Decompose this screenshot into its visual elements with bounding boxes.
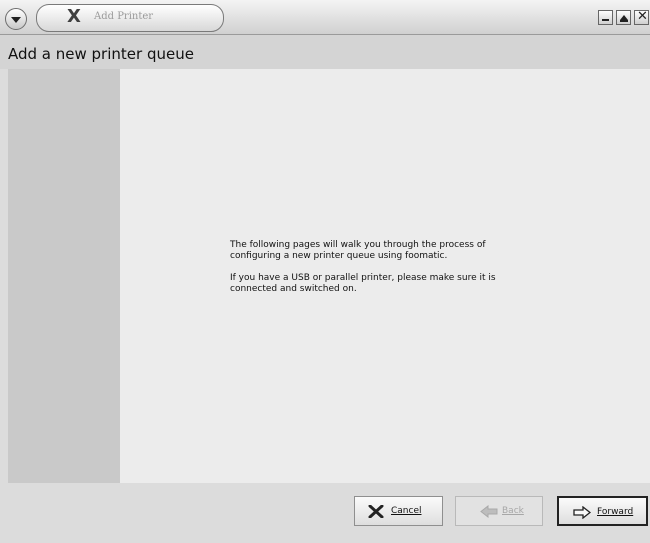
window-title-tab[interactable]: X Add Printer <box>36 4 224 32</box>
forward-label: Forward <box>597 507 634 517</box>
content-panel: The following pages will walk you throug… <box>120 69 650 483</box>
maximize-icon[interactable] <box>616 10 631 25</box>
minimize-icon[interactable] <box>598 10 613 25</box>
title-bar: X Add Printer ✕ <box>0 0 650 35</box>
forward-arrow-icon <box>573 506 591 519</box>
sidebar-panel <box>8 69 120 483</box>
intro-text: The following pages will walk you throug… <box>230 240 590 306</box>
window-title: Add Printer <box>94 11 154 22</box>
intro-paragraph-1: The following pages will walk you throug… <box>230 240 486 261</box>
forward-button[interactable]: Forward <box>557 496 648 526</box>
cancel-button[interactable]: Cancel <box>354 496 443 526</box>
page-title: Add a new printer queue <box>8 45 194 63</box>
intro-paragraph-2: If you have a USB or parallel printer, p… <box>230 273 496 294</box>
back-label: Back <box>502 506 524 516</box>
back-arrow-icon <box>480 505 498 518</box>
page-header: Add a new printer queue <box>0 35 650 69</box>
window-menu-icon[interactable] <box>5 8 27 30</box>
cancel-x-icon <box>368 505 384 518</box>
button-bar: Cancel Back Forward <box>0 483 650 543</box>
close-icon[interactable]: ✕ <box>634 9 649 25</box>
x-logo-icon: X <box>67 6 81 27</box>
cancel-label: Cancel <box>391 506 422 516</box>
back-button: Back <box>455 496 543 526</box>
